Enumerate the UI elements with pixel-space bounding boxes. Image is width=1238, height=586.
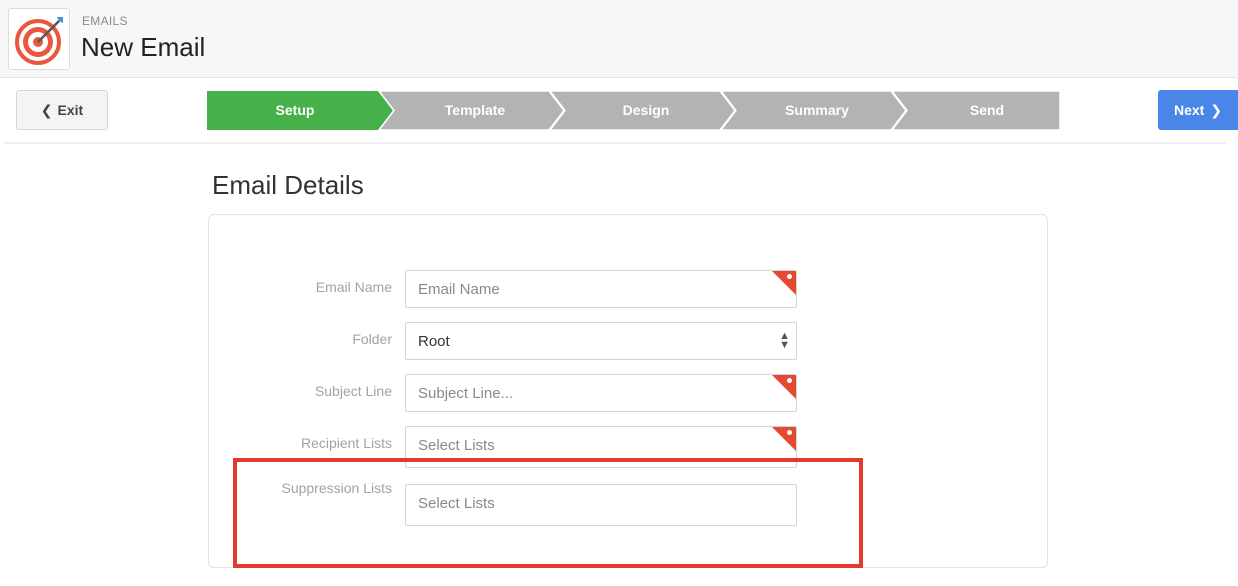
email-details-heading: Email Details — [212, 170, 364, 200]
exit-button[interactable]: ❮ Exit — [16, 90, 108, 130]
email-name-placeholder: Email Name — [418, 281, 500, 298]
step-template-label: Template — [445, 102, 506, 118]
required-dot — [787, 274, 792, 279]
required-marker — [772, 427, 796, 451]
chevron-right-icon: ❯ — [1210, 101, 1223, 118]
subject-line-placeholder: Subject Line... — [418, 385, 514, 402]
step-design-label: Design — [623, 102, 670, 118]
next-button-label: Next — [1174, 102, 1205, 118]
top-bar: EMAILS New Email — [0, 0, 1238, 78]
email-name-label: Email Name — [315, 279, 392, 295]
recipient-lists-placeholder: Select Lists — [418, 437, 495, 454]
suppression-lists-highlight — [233, 458, 863, 568]
subject-line-label: Subject Line — [314, 383, 392, 399]
subject-line-input[interactable]: Subject Line... — [405, 374, 797, 412]
required-marker — [772, 271, 796, 295]
target-arrow-icon — [15, 17, 63, 65]
header-divider — [4, 142, 1226, 144]
page-title: New Email — [81, 32, 206, 62]
step-setup-label: Setup — [276, 102, 315, 118]
email-name-input[interactable]: Email Name — [405, 270, 797, 308]
section-label: EMAILS — [82, 14, 128, 28]
next-button[interactable]: Next ❯ — [1158, 90, 1238, 130]
chevron-left-icon: ❮ — [40, 101, 53, 118]
exit-button-label: Exit — [57, 102, 84, 118]
app-logo — [8, 8, 70, 70]
up-down-spinner-icon: ▲ ▼ — [779, 330, 790, 351]
folder-select[interactable]: Root ▲ ▼ — [405, 322, 797, 360]
required-dot — [787, 378, 792, 383]
folder-label: Folder — [352, 331, 392, 347]
step-summary-label: Summary — [785, 102, 849, 118]
required-marker — [772, 375, 796, 399]
required-dot — [787, 430, 792, 435]
step-send-label: Send — [970, 102, 1004, 118]
folder-select-value: Root — [418, 333, 450, 350]
step-wizard: Setup Template Design Summary Send — [207, 91, 1060, 130]
recipient-lists-label: Recipient Lists — [300, 435, 392, 451]
